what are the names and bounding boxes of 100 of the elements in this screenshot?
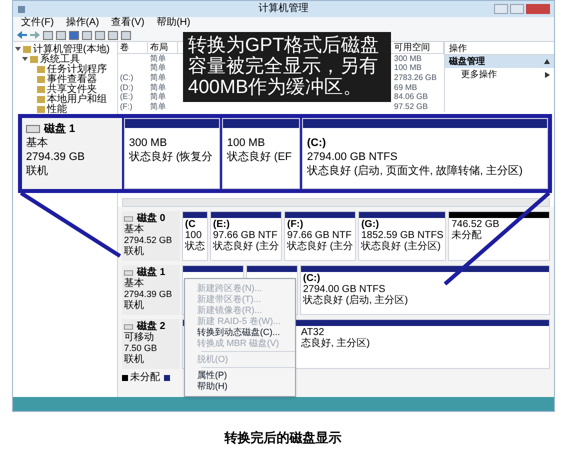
partition-block[interactable]: (C:) 2794.00 GB NTFS 状态良好 (启动, 页面文件, 故障转储, 主分区) (302, 118, 548, 189)
disk-status: 联机 (124, 300, 144, 311)
tree-item[interactable]: 性能 (47, 104, 67, 114)
callout-text: 转换为GPT格式后磁盘 (188, 35, 380, 56)
callout-text: 容量被完全显示，另有 (188, 56, 378, 77)
disk-size: 7.50 GB (124, 343, 158, 354)
partition-status: 状态 (185, 241, 205, 252)
menu-item[interactable]: 操作(A) (66, 18, 100, 28)
column-header[interactable]: 布局 (148, 42, 178, 53)
table-cell: (E:) (120, 93, 133, 102)
partition-size: 97.66 GB NTF (287, 230, 352, 241)
column-header[interactable]: 可用空间 (392, 42, 444, 53)
partition-size: 100 MB (227, 136, 265, 150)
table-cell: 简单 (150, 84, 166, 92)
legend-label: 未分配 (130, 373, 160, 383)
forward-arrow-icon[interactable] (30, 31, 40, 39)
context-menu-item[interactable]: 转换到动态磁盘(C)... (185, 327, 280, 338)
partition-block[interactable]: 746.52 GB 未分配 (448, 211, 550, 261)
tree-item[interactable]: 事件查看器 (47, 74, 97, 84)
partition-size: 97.66 GB NTF (213, 230, 278, 241)
context-menu-item[interactable]: 属性(P) (185, 370, 227, 381)
partition-label: (C:) (307, 136, 326, 150)
partition-status: 态良好, 主分区) (301, 338, 370, 349)
table-cell: 97.52 GB (394, 102, 428, 111)
partition-size: 100 (185, 230, 202, 241)
partition-size: 300 MB (129, 136, 167, 150)
partition-status: 状态良好 (主分区) (361, 241, 441, 252)
partition-block[interactable]: 300 MB 状态良好 (恢复分 (124, 118, 220, 189)
app-icon (17, 4, 26, 14)
table-cell: (C:) (120, 74, 134, 82)
partition-size: AT32 (301, 327, 324, 338)
tree-item[interactable]: 系统工具 (40, 54, 80, 64)
partition-block[interactable]: (C:) 2794.00 GB NTFS 状态良好 (启动, 主分区) (300, 265, 550, 315)
partition-bar (285, 212, 356, 218)
table-cell: 简单 (150, 64, 166, 72)
maximize-button[interactable] (510, 4, 524, 14)
menu-item[interactable]: 查看(V) (111, 18, 144, 28)
tree-item[interactable]: 共享文件夹 (47, 84, 97, 94)
disk-type: 基本 (26, 136, 48, 150)
partition-label: (E:) (213, 219, 230, 230)
disk-name: 磁盘 0 (137, 213, 166, 224)
partition-block[interactable]: (E:) 97.66 GB NTF 状态良好 (主分 (210, 211, 282, 261)
disk-drive-icon (124, 270, 133, 276)
partition-label: (G:) (361, 219, 379, 230)
table-cell: 简单 (150, 74, 166, 82)
table-cell: 300 MB (394, 54, 422, 63)
partition-block[interactable]: (C 100 状态 (182, 211, 208, 261)
expanded-arrow-icon[interactable] (22, 56, 28, 62)
disk-size: 2794.52 GB (124, 235, 172, 246)
disk-type: 基本 (124, 278, 144, 289)
table-cell: 100 MB (394, 64, 422, 72)
table-cell: 简单 (150, 102, 166, 111)
partition-status: 状态良好 (启动, 主分区) (303, 295, 408, 306)
context-menu-item[interactable]: 帮助(H) (185, 381, 228, 392)
disk-status: 联机 (124, 246, 144, 257)
partition-status: 状态良好 (主分 (213, 241, 280, 252)
disk-name: 磁盘 1 (44, 122, 76, 136)
window-title: 计算机管理 (258, 4, 308, 14)
partition-block[interactable]: 100 MB 状态良好 (EF (222, 118, 300, 189)
submenu-arrow-icon[interactable] (545, 72, 550, 78)
partition-status: 状态良好 (恢复分 (129, 150, 213, 164)
figure-caption: 转换完后的磁盘显示 (224, 429, 342, 447)
table-cell: (D:) (120, 84, 134, 92)
partition-status: 状态良好 (主分 (287, 241, 354, 252)
partition-bar (183, 212, 207, 218)
expanded-arrow-icon[interactable] (15, 46, 21, 52)
partition-size: 2794.00 GB NTFS (307, 150, 398, 164)
partition-block[interactable]: (F:) 97.66 GB NTF 状态良好 (主分 (284, 211, 356, 261)
disk-size: 2794.39 GB (26, 150, 85, 164)
back-arrow-icon[interactable] (17, 31, 27, 39)
table-cell: 84.06 GB (394, 93, 428, 102)
minimize-button[interactable] (494, 4, 508, 14)
action-item[interactable]: 磁盘管理 (445, 55, 554, 68)
table-cell: 简单 (150, 54, 166, 63)
disk-name: 磁盘 2 (137, 321, 166, 332)
column-header[interactable]: 卷 (118, 42, 148, 53)
partition-label: (C:) (303, 273, 320, 284)
disk-name: 磁盘 1 (137, 267, 166, 278)
partition-size: 2794.00 GB NTFS (303, 284, 386, 295)
action-item[interactable]: 更多操作 (445, 68, 554, 81)
partition-size: 1852.59 GB NTFS (361, 230, 444, 241)
collapse-arrow-icon[interactable] (544, 59, 550, 64)
tree-item[interactable]: 任务计划程序 (47, 64, 107, 74)
disk-size: 2794.39 GB (124, 289, 172, 300)
table-cell: 69 MB (394, 84, 418, 92)
partition-bar (183, 266, 243, 272)
disk-status: 联机 (124, 354, 144, 365)
partition-status: 状态良好 (EF (227, 150, 292, 164)
tree-item[interactable]: 计算机管理(本地) (33, 44, 110, 54)
menu-item[interactable]: 文件(F) (21, 18, 54, 28)
disk-status: 联机 (26, 164, 48, 178)
partition-block[interactable]: (G:) 1852.59 GB NTFS 状态良好 (主分区) (358, 211, 446, 261)
callout-text: 400MB作为缓冲区。 (188, 77, 362, 98)
table-cell: (F:) (120, 102, 132, 111)
tree-item[interactable]: 本地用户和组 (47, 94, 107, 104)
disk-type: 基本 (124, 224, 144, 235)
horizontal-scrollbar[interactable] (122, 198, 550, 207)
partition-status: 未分配 (451, 230, 482, 241)
menu-item[interactable]: 帮助(H) (156, 18, 190, 28)
disk-type: 可移动 (124, 332, 154, 343)
